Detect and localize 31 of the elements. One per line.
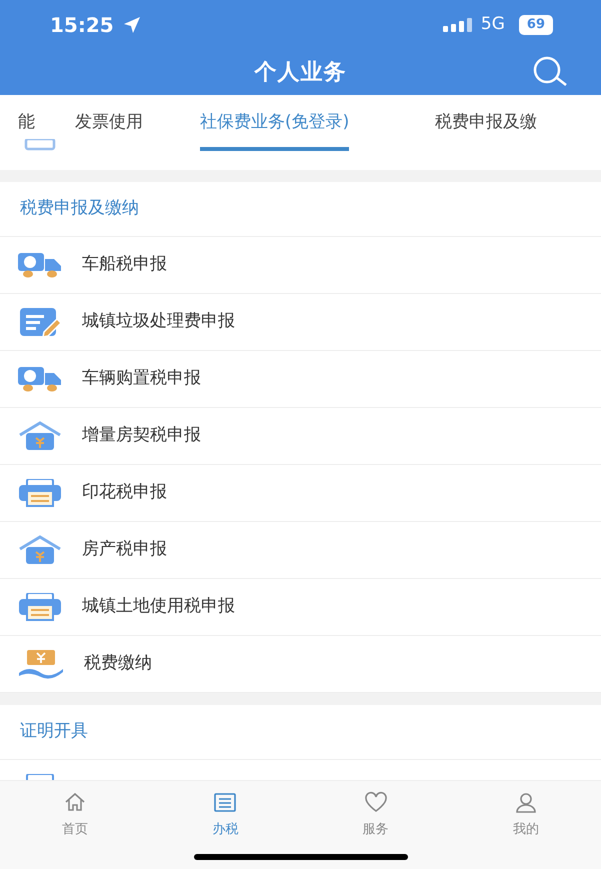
- list-item[interactable]: 车船税申报: [0, 237, 601, 294]
- tab[interactable]: 能: [18, 110, 35, 150]
- list-item[interactable]: 城镇垃圾处理费申报: [0, 294, 601, 351]
- list-icon: [213, 791, 238, 814]
- battery-indicator: 69: [518, 15, 553, 35]
- network-label: 5G: [480, 13, 505, 36]
- search-icon[interactable]: [531, 56, 569, 88]
- status-time: 15:25: [50, 12, 114, 39]
- payment-icon: [18, 649, 64, 679]
- list-item[interactable]: 税费缴纳: [0, 636, 601, 693]
- house-icon: [18, 421, 62, 451]
- list-item[interactable]: 房产税申报: [0, 522, 601, 579]
- list-item[interactable]: 车辆购置税申报: [0, 351, 601, 408]
- list-item[interactable]: 增量房契税申报: [0, 408, 601, 465]
- list-item[interactable]: 城镇土地使用税申报: [0, 579, 601, 636]
- truck-icon: [18, 365, 62, 393]
- truck-icon: [18, 251, 62, 279]
- tab[interactable]: 税费申报及缴: [435, 110, 537, 150]
- tab[interactable]: 社保费业务(免登录): [200, 110, 350, 150]
- house-icon: [18, 535, 62, 565]
- signal-icon: [442, 18, 473, 32]
- person-icon: [514, 791, 538, 814]
- home-icon: [63, 791, 88, 814]
- tab[interactable]: 发票使用: [75, 110, 143, 150]
- location-arrow-icon: [122, 15, 142, 35]
- list-item[interactable]: 印花税申报: [0, 465, 601, 522]
- heart-icon: [364, 791, 388, 814]
- form-icon: [18, 307, 62, 337]
- nav-tab[interactable]: 办税: [150, 781, 300, 869]
- section-title: 税费申报及缴纳: [0, 182, 601, 237]
- page-title: 个人业务: [254, 59, 346, 87]
